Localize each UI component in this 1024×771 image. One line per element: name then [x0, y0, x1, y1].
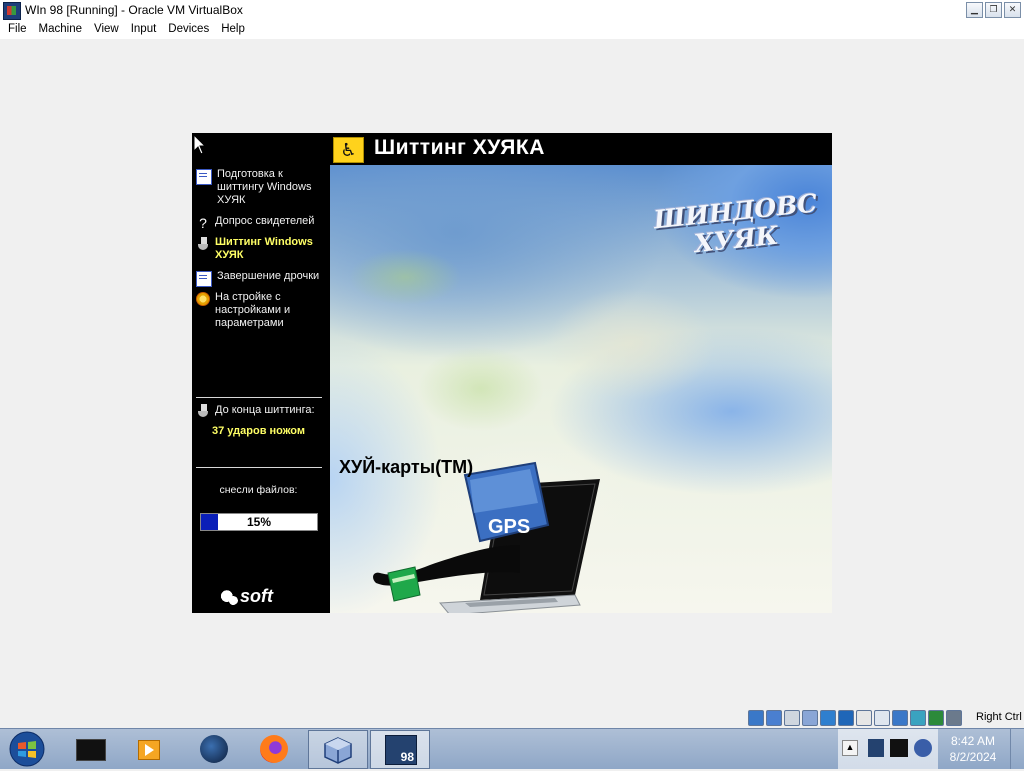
usb-icon[interactable]	[838, 710, 854, 726]
remaining-label-row: До конца шиттинга:	[196, 404, 315, 418]
setup-step-label: Шиттинг Windows ХУЯК	[215, 236, 313, 261]
taskbar-clock[interactable]: 8:42 AM 8/2/2024	[940, 733, 1006, 765]
menu-input[interactable]: Input	[125, 20, 163, 39]
terminal-icon	[76, 739, 106, 761]
setup-step-settings: На стройке с настройками и параметрами	[196, 291, 305, 330]
sidebar-divider	[196, 467, 322, 468]
ad-caption: ХУЙ-карты(ТМ)	[339, 457, 474, 477]
document-icon	[196, 169, 212, 185]
menu-file[interactable]: File	[2, 20, 33, 39]
menu-bar: File Machine View Input Devices Help	[0, 20, 1024, 39]
media-player-icon	[138, 740, 160, 760]
wheelchair-icon: ♿	[333, 137, 364, 163]
setup-sidebar: Подготовка к шиттингу Windows ХУЯК ? Доп…	[192, 133, 330, 613]
question-icon: ?	[199, 215, 207, 231]
settings-icon[interactable]	[946, 710, 962, 726]
taskbar-app-firefox[interactable]	[252, 732, 296, 766]
mouse-pointer-icon	[193, 134, 207, 155]
setup-step-current: Шиттинг Windows ХУЯК	[196, 236, 315, 262]
optical-drive-icon[interactable]	[766, 710, 782, 726]
toilet-icon	[196, 237, 210, 251]
taskbar: 98 ▲ 8:42 AM 8/2/2024	[0, 728, 1024, 769]
win98-vm-icon: 98	[385, 735, 417, 765]
taskbar-app-media-player[interactable]	[126, 732, 170, 766]
menu-help[interactable]: Help	[215, 20, 251, 39]
cpu-icon[interactable]	[928, 710, 944, 726]
tray-monitor-icon[interactable]	[890, 739, 908, 757]
brand-logo: soft	[218, 586, 308, 610]
setup-title: Шиттинг ХУЯКА	[374, 136, 545, 159]
shared-folder-icon[interactable]	[856, 710, 872, 726]
display-icon[interactable]	[874, 710, 890, 726]
menu-machine[interactable]: Machine	[33, 20, 88, 39]
tray-volume-icon[interactable]	[914, 739, 932, 757]
virtualbox-window-icon[interactable]	[3, 2, 21, 20]
gear-icon	[196, 292, 210, 306]
virtualbox-icon	[324, 737, 352, 764]
recording-icon[interactable]	[892, 710, 908, 726]
show-desktop-button[interactable]	[1010, 729, 1024, 769]
minimize-button[interactable]: ▁	[966, 2, 983, 18]
setup-header: ♿ Шиттинг ХУЯКА	[330, 133, 832, 165]
progress-text: 15%	[246, 515, 272, 529]
start-button[interactable]	[4, 730, 50, 768]
menu-view[interactable]: View	[88, 20, 125, 39]
audio-icon[interactable]	[802, 710, 818, 726]
floppy-icon[interactable]	[784, 710, 800, 726]
window-title: WIn 98 [Running] - Oracle VM VirtualBox	[25, 3, 243, 17]
setup-step-finish: Завершение дрочки	[196, 270, 327, 287]
window-controls: ▁ ❐ ✕	[966, 2, 1021, 18]
laptop-gps-illustration: GPS	[373, 461, 600, 613]
remaining-value: 37 ударов ножом	[212, 425, 305, 437]
menu-devices[interactable]: Devices	[162, 20, 215, 39]
network-icon[interactable]	[820, 710, 836, 726]
windows-start-icon	[9, 731, 45, 767]
gps-badge: GPS	[488, 516, 530, 538]
restore-button[interactable]: ❐	[985, 2, 1002, 18]
copy-progress-bar: 15%	[200, 513, 318, 531]
vm-status-bar	[748, 709, 962, 727]
show-hidden-icons-button[interactable]: ▲	[842, 740, 858, 756]
notification-area: ▲	[838, 729, 938, 769]
window-titlebar: WIn 98 [Running] - Oracle VM VirtualBox …	[0, 0, 1024, 20]
clock-time: 8:42 AM	[950, 734, 996, 748]
taskbar-app-browser[interactable]	[192, 732, 236, 766]
mouse-integration-icon[interactable]	[910, 710, 926, 726]
sidebar-divider	[196, 397, 322, 398]
toilet-icon	[196, 404, 210, 418]
setup-billboard: ШИНДОВС ХУЯК GPS ХУЙ-карты(ТМ)	[330, 165, 832, 613]
taskbar-app-virtualbox[interactable]	[308, 730, 368, 769]
splat-icon	[218, 588, 240, 606]
close-button[interactable]: ✕	[1004, 2, 1021, 18]
tray-app-icon[interactable]	[868, 739, 884, 757]
firefox-icon	[260, 735, 288, 763]
globe-icon	[200, 735, 228, 763]
document-icon	[196, 271, 212, 287]
setup-step-label: Завершение дрочки	[217, 270, 320, 282]
vm-display[interactable]: Подготовка к шиттингу Windows ХУЯК ? Доп…	[192, 133, 832, 613]
taskbar-app-terminal[interactable]	[68, 732, 112, 766]
setup-step-label: Допрос свидетелей	[215, 215, 315, 227]
copied-label: снесли файлов:	[219, 484, 298, 496]
brand-text: soft	[240, 586, 273, 606]
setup-step-label: На стройке с настройками и параметрами	[215, 291, 291, 329]
hard-disk-icon[interactable]	[748, 710, 764, 726]
os-logo: ШИНДОВС ХУЯК	[652, 188, 818, 262]
host-key-label: Right Ctrl	[976, 711, 1022, 723]
vm-badge: 98	[400, 750, 414, 764]
clock-date: 8/2/2024	[949, 750, 997, 764]
remaining-label: До конца шиттинга:	[215, 404, 315, 416]
setup-step-prepare: Подготовка к шиттингу Windows ХУЯК	[196, 168, 317, 207]
taskbar-app-win98-vm[interactable]: 98	[370, 730, 430, 769]
setup-step-interview: ? Допрос свидетелей	[196, 215, 325, 230]
setup-step-label: Подготовка к шиттингу Windows ХУЯК	[217, 168, 312, 206]
